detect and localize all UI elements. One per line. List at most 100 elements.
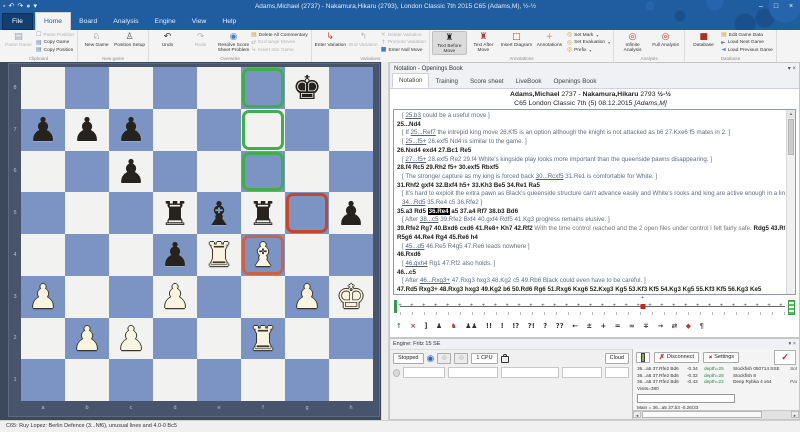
- move[interactable]: 26.Nxd4 exd4 27.Bc1 Re5: [397, 147, 471, 154]
- move[interactable]: 34...Rd5: [402, 199, 425, 206]
- board-square-g2[interactable]: [285, 318, 329, 360]
- board-square-g1[interactable]: [285, 359, 329, 401]
- letscheck-result-row[interactable]: 36...a5 37.Rfe2 Bd6-0.32depth=28Stockfis…: [637, 373, 797, 380]
- move[interactable]: 31.Rhf2 gxf4 32.Bxf4 h5+ 33.Kh3 Be5 34.R…: [397, 182, 540, 189]
- board-square-g5[interactable]: [285, 192, 329, 234]
- notation-tab-training[interactable]: Training: [429, 75, 464, 88]
- board-square-a6[interactable]: [21, 151, 65, 193]
- board-square-e2[interactable]: [197, 318, 241, 360]
- board-square-d7[interactable]: [153, 109, 197, 151]
- board-square-e6[interactable]: [197, 151, 241, 193]
- position-setup-button[interactable]: ♙Position Setup: [113, 31, 146, 48]
- board-square-h5[interactable]: ♟: [329, 192, 373, 234]
- annotation-symbol[interactable]: ♟: [436, 320, 442, 332]
- board-square-d6[interactable]: [153, 151, 197, 193]
- engine-stop-button[interactable]: Stopped: [393, 353, 424, 364]
- minimize-button[interactable]: –: [754, 2, 768, 12]
- board-square-f6[interactable]: [241, 151, 285, 193]
- move[interactable]: 46.gxh4: [405, 260, 427, 267]
- board-square-c7[interactable]: ♟: [109, 109, 153, 151]
- annotation-symbol[interactable]: ∞: [629, 320, 635, 332]
- analysis-icon[interactable]: ◎: [454, 353, 468, 364]
- database-button[interactable]: ■Database: [687, 31, 720, 48]
- board-square-c8[interactable]: [109, 67, 153, 109]
- collapse-icon[interactable]: ▾: [788, 66, 791, 72]
- notation-tab-score-sheet[interactable]: Score sheet: [464, 75, 510, 88]
- move[interactable]: 25...Ref7: [411, 129, 436, 136]
- board-square-c3[interactable]: [109, 276, 153, 318]
- infinite-analysis-button[interactable]: ◎Infinite Analysis: [616, 31, 649, 53]
- board-square-b3[interactable]: [65, 276, 109, 318]
- board-square-h7[interactable]: [329, 109, 373, 151]
- load-next-game-button[interactable]: ►Load Next Game: [721, 40, 773, 46]
- move[interactable]: 35.a3 Rd5: [397, 208, 428, 215]
- board-square-h6[interactable]: [329, 151, 373, 193]
- timeline-position-marker[interactable]: [640, 304, 645, 309]
- annotation-symbol[interactable]: →: [657, 320, 663, 332]
- board-square-b8[interactable]: [65, 67, 109, 109]
- board-square-d8[interactable]: [153, 67, 197, 109]
- resolve-score-sheet-problem-button[interactable]: ◉Resolve Score Sheet Problem: [217, 31, 250, 53]
- scrollbar-thumb[interactable]: [788, 119, 794, 155]
- dropdown-icon[interactable]: ▾: [589, 48, 591, 53]
- board-square-a5[interactable]: [21, 192, 65, 234]
- annotation-symbol[interactable]: ♞: [451, 320, 457, 332]
- move[interactable]: 46...Rxg3+: [420, 277, 450, 284]
- move[interactable]: 28.f4 Rc5 29.Rh2 f5+ 30.exf5 Rbxf5: [397, 164, 499, 171]
- load-previous-game-button[interactable]: ◄Load Previous Game: [721, 47, 773, 53]
- board-square-f7[interactable]: [241, 109, 285, 151]
- dropdown-icon[interactable]: ▾: [596, 33, 598, 38]
- board-icon[interactable]: ▪: [3, 3, 5, 10]
- board-square-b4[interactable]: [65, 234, 109, 276]
- letscheck-result-row[interactable]: 36...a5 37.Rfe2 Bd6-0.42depth=22Deep Ryb…: [637, 379, 797, 386]
- settings-button[interactable]: +Settings: [703, 352, 739, 363]
- ribbon-tab-file[interactable]: File: [2, 13, 33, 30]
- move[interactable]: 46...c5: [397, 269, 416, 276]
- annotation-symbol[interactable]: ??: [556, 320, 564, 332]
- board-square-d3[interactable]: ♟: [153, 276, 197, 318]
- annotation-symbol[interactable]: ×: [410, 320, 416, 332]
- ribbon-tab-home[interactable]: Home: [35, 12, 71, 30]
- annotations-button[interactable]: +Annotations: [533, 31, 566, 48]
- move[interactable]: 38...c5: [420, 216, 439, 223]
- text-after-move-button[interactable]: ♜Text After Move: [467, 31, 500, 53]
- annotation-symbol[interactable]: ←: [572, 320, 578, 332]
- board-square-g7[interactable]: [285, 109, 329, 151]
- lock-icon[interactable]: [501, 356, 509, 363]
- panel-splitter[interactable]: [381, 62, 389, 420]
- annotation-symbol[interactable]: ?!: [528, 320, 535, 332]
- undo-icon[interactable]: ↶: [8, 3, 14, 10]
- ribbon-tab-analysis[interactable]: Analysis: [105, 13, 146, 30]
- board-square-d4[interactable]: ♟: [153, 234, 197, 276]
- ribbon-tab-engine[interactable]: Engine: [147, 13, 184, 30]
- set-evaluation-button[interactable]: ◎Set Evaluation▾: [567, 40, 610, 46]
- annotation-symbol[interactable]: !?: [512, 320, 519, 332]
- options-icon[interactable]: ●: [26, 3, 30, 10]
- board-square-f2[interactable]: ♜: [241, 318, 285, 360]
- new-game-button[interactable]: ♘New Game: [80, 31, 113, 48]
- board-square-c5[interactable]: [109, 192, 153, 234]
- board-square-d5[interactable]: ♜: [153, 192, 197, 234]
- annotation-symbol[interactable]: ∓: [643, 320, 649, 332]
- collapse-icon[interactable]: ▾: [788, 341, 791, 347]
- cpu-count-button[interactable]: 1 CPU: [471, 353, 497, 364]
- move[interactable]: 27...f5+: [405, 156, 426, 163]
- delete-all-commentary-button[interactable]: ▤Delete All Commentary: [251, 32, 308, 38]
- close-button[interactable]: ×: [784, 2, 798, 12]
- edit-game-data-button[interactable]: ▤Edit Game Data: [721, 32, 773, 38]
- board-square-a7[interactable]: ♟: [21, 109, 65, 151]
- board-square-e7[interactable]: [197, 109, 241, 151]
- board-square-a2[interactable]: [21, 318, 65, 360]
- board-square-e1[interactable]: [197, 359, 241, 401]
- notation-tab-notation[interactable]: Notation: [392, 73, 429, 88]
- board-square-f4[interactable]: ♝: [241, 234, 285, 276]
- board-square-h2[interactable]: [329, 318, 373, 360]
- board-square-g3[interactable]: ♟: [285, 276, 329, 318]
- board-square-h3[interactable]: ♚: [329, 276, 373, 318]
- board-square-h8[interactable]: [329, 67, 373, 109]
- livebook-icon[interactable]: [636, 352, 650, 363]
- board-square-b6[interactable]: [65, 151, 109, 193]
- move[interactable]: Rdg5 43.Rf3: [754, 225, 786, 232]
- board-square-b5[interactable]: [65, 192, 109, 234]
- board-square-c4[interactable]: [109, 234, 153, 276]
